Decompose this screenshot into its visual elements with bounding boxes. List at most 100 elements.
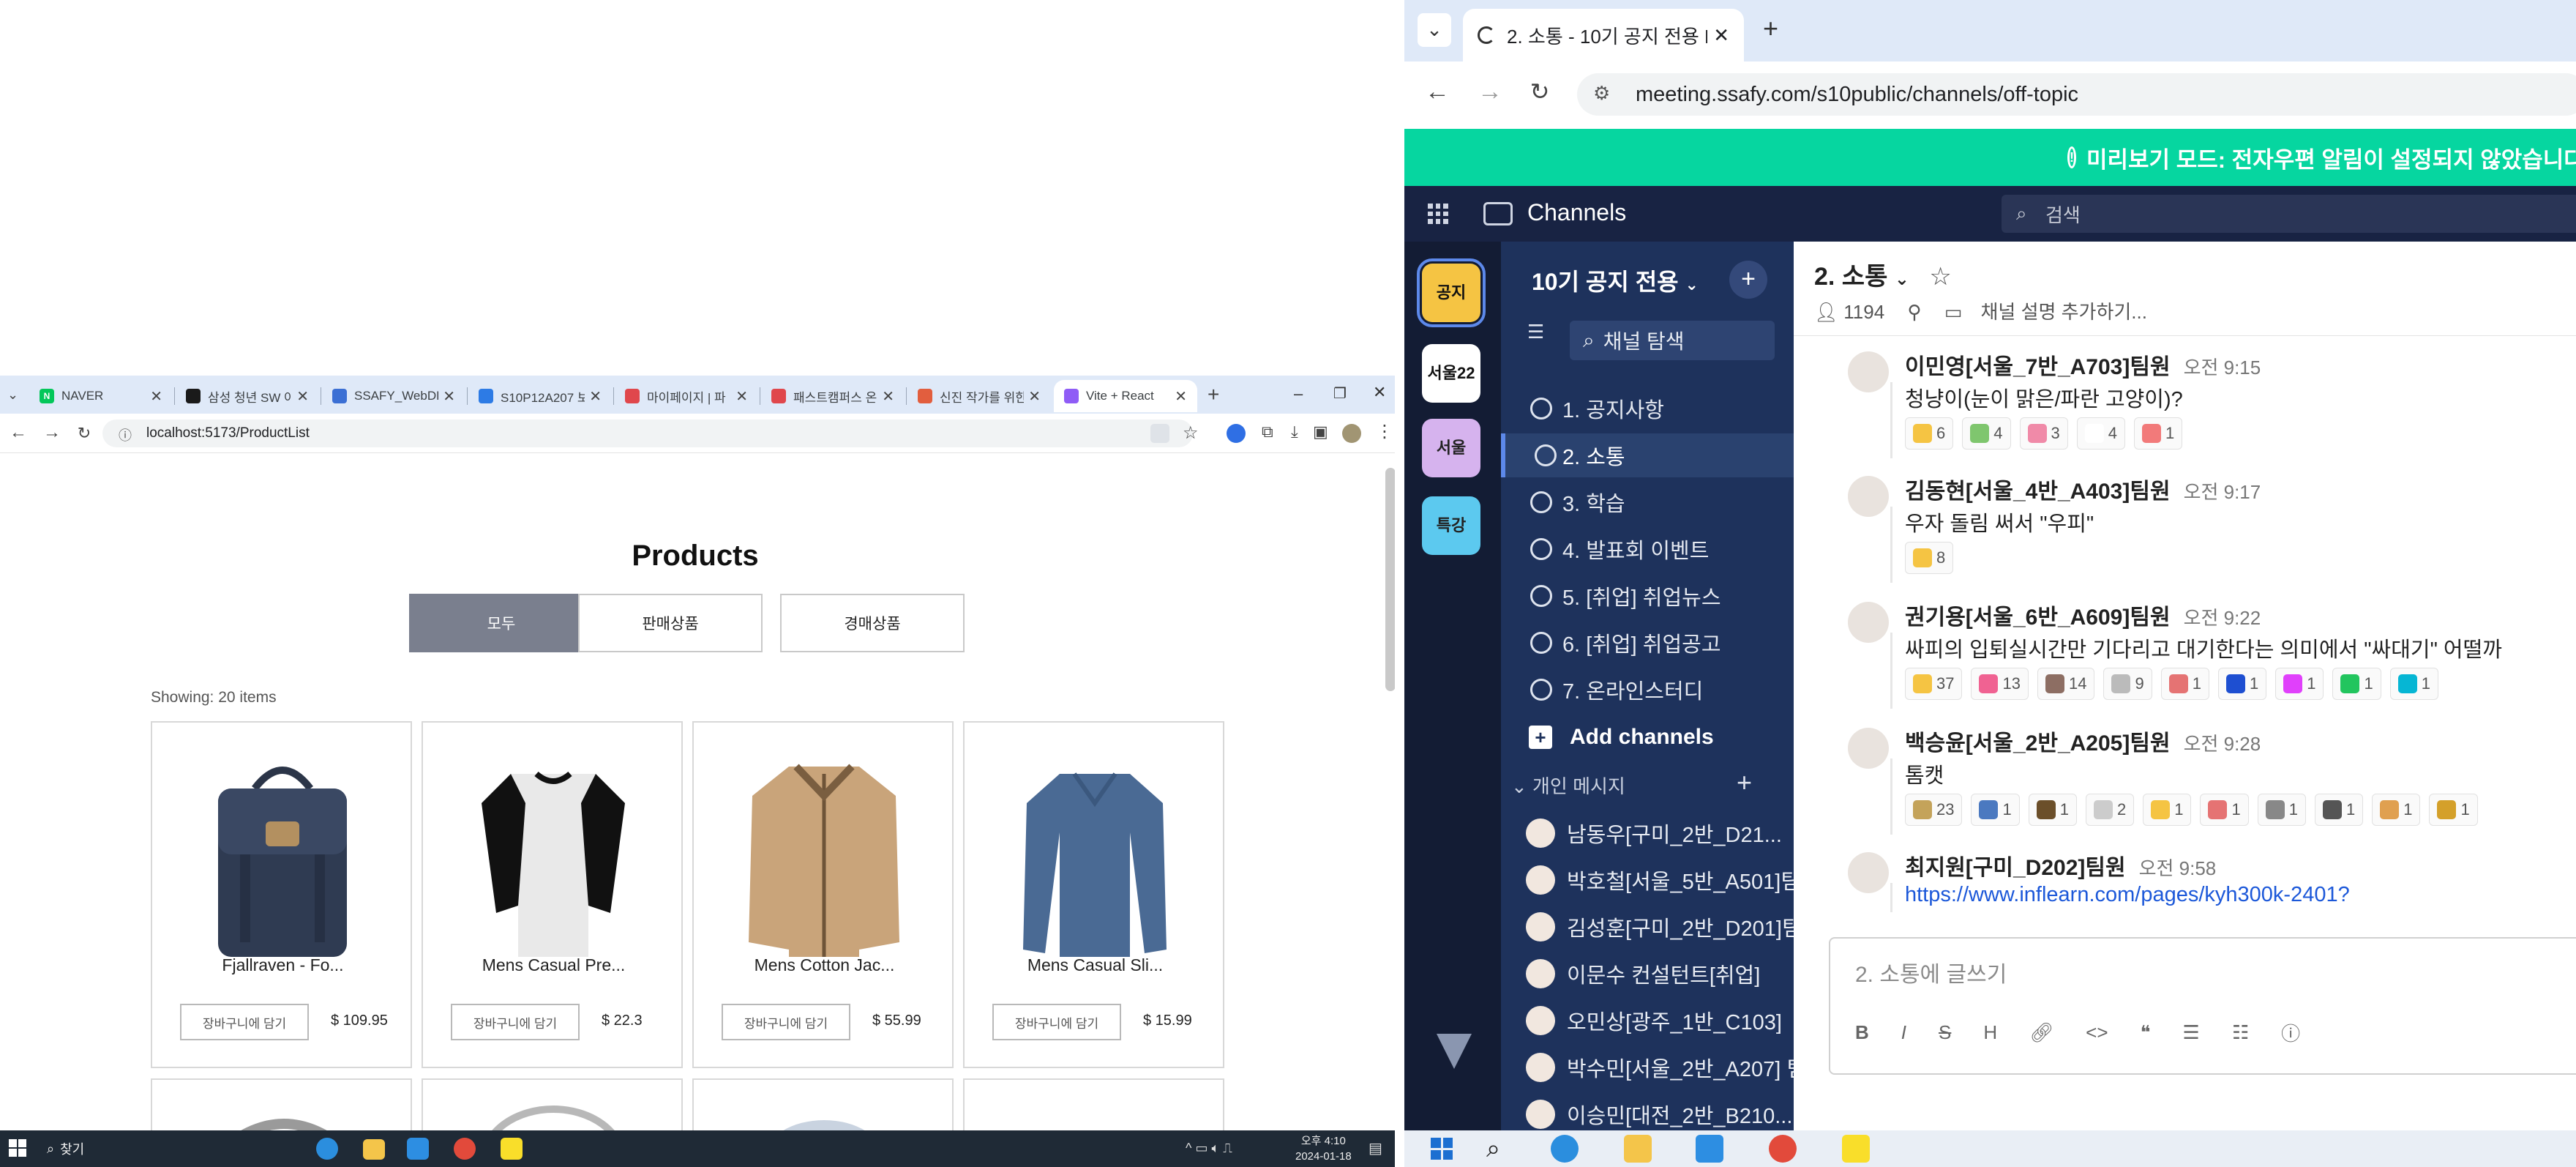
channel-item[interactable]: 4. 발표회 이벤트 (1501, 527, 1794, 571)
avatar[interactable] (1848, 351, 1889, 392)
edge-icon[interactable] (316, 1138, 338, 1160)
browser-tab[interactable]: Vite + React ✕ (1054, 380, 1197, 412)
team-button[interactable]: 서울 (1422, 419, 1480, 477)
browser-tab[interactable]: S10P12A207 보 ✕ (468, 380, 612, 412)
bookmark-star-icon[interactable]: ☆ (1183, 422, 1199, 444)
active-tab[interactable]: 2. 소통 - 10기 공지 전용 Meet ✕ (1463, 9, 1744, 61)
search-icon[interactable]: ⌕ (1486, 1135, 1500, 1163)
message-author[interactable]: 최지원[구미_D202]팀원 오전 9:58 (1905, 849, 2216, 881)
close-tab-icon[interactable]: ✕ (443, 387, 455, 406)
close-tab-icon[interactable]: ✕ (1713, 24, 1729, 47)
dm-item[interactable]: 박호철[서울_5반_A501]팀원 (1501, 857, 1794, 903)
info-icon[interactable]: ⓘ (2281, 1019, 2300, 1046)
reaction-chip[interactable]: 3 (2019, 417, 2068, 450)
message-post[interactable]: 김동현[서울_4반_A403]팀원 오전 9:17 우자 돌림 써서 "우피" 8 (1794, 473, 2576, 590)
tray-icons[interactable]: ^ ▭ 🔈︎ ⎍ (1186, 1141, 1232, 1156)
reaction-chip[interactable]: 1 (2160, 668, 2209, 700)
reaction-chip[interactable]: 37 (1905, 668, 1963, 700)
profile-avatar[interactable] (1342, 424, 1361, 443)
code-icon[interactable]: <> (2086, 1021, 2108, 1044)
dm-item[interactable]: 오민상[광주_1반_C103] (1501, 997, 1794, 1044)
filter-icon[interactable]: ☰ (1527, 321, 1544, 343)
taskbar-search[interactable]: ⌕ 찾기 (38, 1135, 280, 1163)
reaction-chip[interactable]: 23 (1905, 794, 1963, 826)
numbered-list-icon[interactable]: ☷ (2232, 1021, 2249, 1044)
reaction-chip[interactable]: 1 (2275, 668, 2324, 700)
reload-icon[interactable]: ↻ (1529, 78, 1551, 105)
dm-item[interactable]: 김성훈[구미_2반_D201]팀장 (1501, 903, 1794, 950)
channel-item[interactable]: 3. 학습 (1501, 480, 1794, 524)
message-author[interactable]: 이민영[서울_7반_A703]팀원 오전 9:15 (1905, 348, 2261, 381)
link-icon[interactable]: 🔗︎ (2029, 1021, 2053, 1044)
more-menu-icon[interactable]: ⋮ (1376, 421, 1393, 442)
channel-header-title[interactable]: 2. 소통 ⌄ ☆ (1814, 256, 1952, 292)
reaction-chip[interactable]: 9 (2103, 668, 2152, 700)
kakaotalk-icon[interactable] (1842, 1135, 1870, 1163)
close-tab-icon[interactable]: ✕ (150, 387, 162, 406)
extensions-icon[interactable]: ⧉ (1262, 422, 1273, 441)
reload-icon[interactable]: ↻ (73, 424, 95, 443)
browser-tab[interactable]: 삼성 청년 SW 아 ✕ (176, 380, 319, 412)
bullet-list-icon[interactable]: ☰ (2183, 1021, 2200, 1044)
windows-start-icon[interactable] (1431, 1138, 1453, 1160)
close-tab-icon[interactable]: ✕ (1175, 387, 1187, 406)
browser-tab[interactable]: 패스트캠퍼스 온 ✕ (761, 380, 905, 412)
new-tab-button[interactable]: + (1763, 13, 1778, 44)
add-to-cart-button[interactable]: 장바구니에 담기 (992, 1004, 1121, 1040)
tab-list-menu-icon[interactable]: ⌄ (7, 387, 18, 403)
favorite-star-icon[interactable]: ☆ (1929, 263, 1951, 291)
quote-icon[interactable]: ❝ (2141, 1021, 2151, 1044)
side-panel-icon[interactable]: ▣ (1313, 422, 1328, 441)
reaction-chip[interactable]: 1 (2429, 794, 2478, 826)
reaction-chip[interactable]: 1 (2200, 794, 2249, 826)
italic-icon[interactable]: I (1901, 1021, 1906, 1044)
reaction-chip[interactable]: 1 (2028, 794, 2077, 826)
channel-item[interactable]: 7. 온라인스터디 (1501, 668, 1794, 712)
download-icon[interactable]: ⤓ (1291, 422, 1298, 441)
edge-icon[interactable] (1551, 1135, 1579, 1163)
product-card[interactable]: Mens Casual Pre... 장바구니에 담기 $ 22.3 (422, 721, 683, 1068)
close-tab-icon[interactable]: ✕ (1028, 387, 1041, 406)
add-channels-button[interactable]: + Add channels (1529, 725, 1714, 750)
windows-start-icon[interactable] (9, 1139, 26, 1157)
reaction-chip[interactable]: 1 (2372, 794, 2421, 826)
dm-section-header[interactable]: ⌄ 개인 메시지 (1511, 772, 1625, 799)
message-author[interactable]: 김동현[서울_4반_A403]팀원 오전 9:17 (1905, 473, 2261, 505)
reaction-chip[interactable]: 4 (2076, 417, 2125, 450)
avatar[interactable] (1848, 476, 1889, 517)
team-name-menu[interactable]: 10기 공지 전용 ⌄ (1532, 264, 1699, 297)
reaction-chip[interactable]: 1 (1971, 794, 2020, 826)
reaction-chip[interactable]: 1 (2389, 668, 2438, 700)
filter-all-button[interactable]: 모두 (409, 594, 594, 652)
file-explorer-icon[interactable] (363, 1139, 385, 1160)
avatar[interactable] (1848, 728, 1889, 769)
site-info-icon[interactable]: ⓘ (119, 425, 132, 444)
chrome-icon[interactable] (454, 1138, 476, 1160)
vscode-icon[interactable] (1696, 1135, 1723, 1163)
reaction-chip[interactable]: 8 (1905, 542, 1954, 574)
channel-item[interactable]: 1. 공지사항 (1501, 387, 1794, 430)
message-author[interactable]: 백승윤[서울_2반_A205]팀원 오전 9:28 (1905, 725, 2261, 757)
back-icon[interactable]: ← (7, 422, 29, 443)
message-text[interactable]: https://www.inflearn.com/pages/kyh300k-2… (1905, 883, 2350, 907)
product-card[interactable]: Mens Cotton Jac... 장바구니에 담기 $ 55.99 (692, 721, 954, 1068)
bold-icon[interactable]: B (1855, 1021, 1869, 1044)
avatar[interactable] (1848, 602, 1889, 643)
forward-icon[interactable]: → (1478, 78, 1502, 106)
reaction-chip[interactable]: 1 (2314, 794, 2364, 826)
add-dm-button[interactable]: + (1737, 767, 1752, 798)
reaction-chip[interactable]: 14 (2037, 668, 2095, 700)
new-tab-button[interactable]: + (1208, 383, 1219, 406)
browser-tab[interactable]: N NAVER ✕ (29, 380, 173, 412)
product-menu-icon[interactable] (1428, 204, 1448, 224)
reaction-chip[interactable]: 1 (2332, 668, 2381, 700)
team-button[interactable]: 공지 (1417, 258, 1486, 327)
file-explorer-icon[interactable] (1624, 1135, 1652, 1163)
close-tab-icon[interactable]: ✕ (296, 387, 309, 406)
site-settings-icon[interactable]: ⚙ (1593, 82, 1610, 105)
reaction-chip[interactable]: 1 (2257, 794, 2306, 826)
member-count[interactable]: 👤︎ 1194 ⚲ ▭ 채널 설명 추가하기... (1814, 297, 2147, 324)
add-button[interactable]: + (1729, 261, 1767, 299)
close-tab-icon[interactable]: ✕ (589, 387, 602, 406)
clock[interactable]: 오후 4:10 2024-01-18 (1295, 1133, 1352, 1164)
